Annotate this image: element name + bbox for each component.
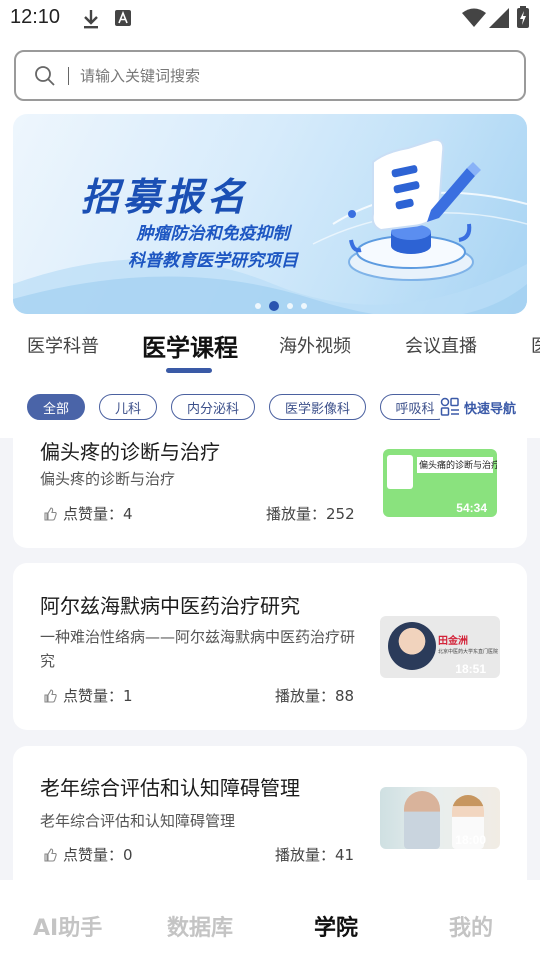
search-divider [68, 67, 69, 85]
likes-count: 点赞量：1 [63, 687, 133, 705]
thumbs-up-icon [44, 506, 57, 521]
likes-count: 点赞量：0 [63, 846, 133, 864]
tab-overseas-videos[interactable]: 海外视频 [279, 332, 351, 358]
chip-pediatrics[interactable]: 儿科 [99, 394, 157, 420]
chip-endocrinology[interactable]: 内分泌科 [171, 394, 255, 420]
patient-figure [404, 791, 440, 849]
tab-conference-live[interactable]: 会议直播 [405, 332, 477, 358]
tab-overflow[interactable]: 医 [531, 332, 540, 358]
course-card-2[interactable]: 阿尔兹海默病中医药治疗研究 一种难治性络病——阿尔兹海默病中医药治疗研究 点赞量… [13, 563, 527, 730]
course-thumbnail[interactable]: 18:00 [380, 787, 500, 849]
course-description: 老年综合评估和认知障碍管理 [40, 812, 236, 830]
chip-all[interactable]: 全部 [27, 394, 85, 420]
course-title: 阿尔兹海默病中医药治疗研究 [40, 594, 300, 618]
course-likes: 点赞量：1 [43, 685, 133, 706]
course-likes: 点赞量：4 [43, 503, 133, 524]
course-title: 老年综合评估和认知障碍管理 [40, 776, 300, 800]
thumbs-up-icon [44, 847, 57, 862]
quick-nav-label: 快速导航 [464, 401, 517, 417]
search-input[interactable] [80, 62, 500, 90]
banner-line-2: 科普教育医学研究项目 [128, 251, 298, 271]
course-description: 一种难治性络病——阿尔兹海默病中医药治疗研究 [40, 628, 356, 670]
carousel-dot[interactable] [301, 303, 307, 309]
video-duration: 18:00 [455, 833, 486, 847]
quick-nav-button[interactable]: 快速导航 [440, 390, 540, 424]
banner-line-1: 肿瘤防治和免疫抑制 [136, 224, 290, 244]
thumb-hospital: 北京中医药大学东直门医院 [438, 649, 499, 655]
course-plays: 播放量：88 [275, 687, 355, 705]
nav-database[interactable]: 数据库 [167, 910, 233, 942]
signal-icon [489, 8, 509, 28]
department-filter: 全部 儿科 内分泌科 医学影像科 呼吸科 快速导航 [0, 390, 540, 426]
wifi-icon [462, 8, 486, 27]
carousel-dot-active[interactable] [269, 301, 279, 311]
course-plays: 播放量：252 [266, 505, 355, 523]
doctor-photo [388, 622, 436, 670]
tab-medical-science[interactable]: 医学科普 [27, 332, 99, 358]
tab-medical-courses[interactable]: 医学课程 [142, 328, 238, 363]
battery-charging-icon [517, 6, 529, 28]
status-bar: 12:10 [0, 0, 540, 40]
thumb-title: 偏头痛的诊断与治疗 [419, 461, 497, 471]
carousel-dots [255, 301, 307, 311]
banner-title: 招募报名 [81, 175, 250, 219]
nav-academy[interactable]: 学院 [314, 910, 358, 942]
course-plays: 播放量：41 [275, 846, 355, 864]
doctor-photo [387, 455, 413, 489]
category-tabs: 医学科普 医学课程 海外视频 会议直播 医 [0, 320, 540, 376]
promo-banner[interactable]: 招募报名 肿瘤防治和免疫抑制 科普教育医学研究项目 [13, 114, 527, 314]
nav-profile[interactable]: 我的 [449, 910, 493, 942]
course-thumbnail[interactable]: 田金洲 北京中医药大学东直门医院 18:51 [380, 616, 500, 678]
grid-menu-icon [440, 397, 459, 416]
video-duration: 54:34 [456, 501, 487, 515]
course-title: 偏头疼的诊断与治疗 [40, 440, 220, 464]
carousel-dot[interactable] [255, 303, 261, 309]
chip-medical-imaging[interactable]: 医学影像科 [269, 394, 366, 420]
active-tab-indicator [166, 368, 212, 373]
carousel-dot[interactable] [287, 303, 293, 309]
bottom-nav: AI助手 数据库 学院 我的 [0, 880, 540, 960]
course-card-3[interactable]: 老年综合评估和认知障碍管理 老年综合评估和认知障碍管理 点赞量：0 播放量：41… [13, 746, 527, 896]
header-area: 12:10 请输入关键词搜索 招募报名 肿瘤防治和免疫抑制 科普教育医学研究项目… [0, 0, 540, 438]
nav-ai-assistant[interactable]: AI助手 [33, 910, 102, 942]
course-thumbnail[interactable]: 偏头痛的诊断与治疗 54:34 [383, 449, 497, 517]
thumb-doctor-name: 田金洲 [438, 636, 468, 647]
video-duration: 18:51 [455, 662, 486, 676]
course-description: 偏头疼的诊断与治疗 [40, 470, 176, 488]
status-time: 12:10 [10, 6, 61, 28]
search-box[interactable] [14, 50, 526, 101]
likes-count: 点赞量：4 [63, 505, 133, 523]
search-icon [35, 66, 55, 86]
text-a-icon [115, 10, 131, 26]
course-likes: 点赞量：0 [43, 844, 133, 865]
thumbs-up-icon [44, 688, 57, 703]
download-icon [84, 10, 98, 29]
